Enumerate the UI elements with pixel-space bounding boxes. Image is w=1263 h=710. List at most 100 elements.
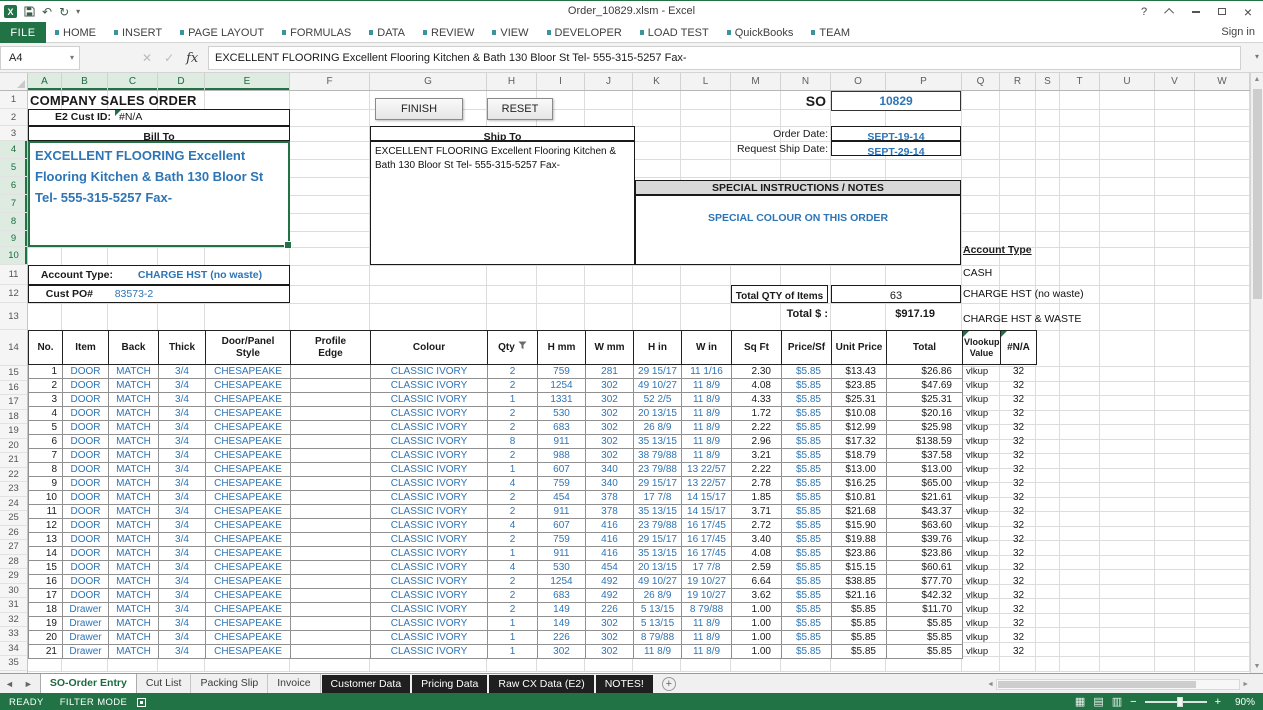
items-cell[interactable]: 3/4 bbox=[159, 449, 206, 463]
items-cell[interactable]: $26.86 bbox=[887, 365, 963, 379]
items-cell[interactable]: 911 bbox=[538, 547, 586, 561]
column-header-O[interactable]: O bbox=[831, 73, 886, 90]
ribbon-tab-load-test[interactable]: LOAD TEST bbox=[631, 22, 718, 43]
items-cell[interactable]: $5.85 bbox=[782, 449, 832, 463]
help-icon[interactable]: ? bbox=[1131, 1, 1157, 22]
items-cell[interactable]: 23 79/88 bbox=[634, 463, 682, 477]
column-header-N[interactable]: N bbox=[781, 73, 831, 90]
items-cell[interactable]: 2.22 bbox=[732, 421, 782, 435]
scroll-left-icon[interactable]: ◄ bbox=[987, 678, 994, 691]
items-cell[interactable]: MATCH bbox=[109, 435, 159, 449]
row-header-17[interactable]: 17 bbox=[0, 395, 27, 410]
row-header-35[interactable]: 35 bbox=[0, 656, 27, 671]
items-cell[interactable]: 11 8/9 bbox=[682, 421, 732, 435]
items-cell[interactable]: 1254 bbox=[538, 379, 586, 393]
items-cell[interactable]: 607 bbox=[538, 463, 586, 477]
items-cell[interactable]: CLASSIC IVORY bbox=[371, 519, 488, 533]
items-cell[interactable]: 3/4 bbox=[159, 379, 206, 393]
items-cell[interactable]: 14 15/17 bbox=[682, 505, 732, 519]
items-cell[interactable] bbox=[291, 365, 371, 379]
worksheet[interactable]: 1234567891011121314151617181920212223242… bbox=[0, 91, 1250, 673]
special-instructions-cell[interactable]: SPECIAL COLOUR ON THIS ORDER bbox=[635, 195, 961, 265]
items-col-header-colour[interactable]: Colour bbox=[371, 331, 488, 365]
items-cell[interactable]: CLASSIC IVORY bbox=[371, 631, 488, 645]
items-cell[interactable]: 32 bbox=[1001, 379, 1037, 393]
items-cell[interactable]: 4.08 bbox=[732, 379, 782, 393]
items-cell[interactable] bbox=[291, 477, 371, 491]
items-cell[interactable]: 988 bbox=[538, 449, 586, 463]
items-cell[interactable]: 226 bbox=[586, 603, 634, 617]
items-cell[interactable]: 32 bbox=[1001, 561, 1037, 575]
items-col-header-profile-edge[interactable]: Profile Edge bbox=[291, 331, 371, 365]
items-cell[interactable]: 38 79/88 bbox=[634, 449, 682, 463]
items-cell[interactable]: 1.00 bbox=[732, 631, 782, 645]
items-cell[interactable]: vlkup bbox=[963, 645, 1001, 659]
items-col-header-h-mm[interactable]: H mm bbox=[538, 331, 586, 365]
items-cell[interactable]: $5.85 bbox=[887, 631, 963, 645]
column-header-U[interactable]: U bbox=[1100, 73, 1155, 90]
finish-button[interactable]: FINISH bbox=[375, 98, 463, 120]
items-cell[interactable]: MATCH bbox=[109, 617, 159, 631]
items-cell[interactable]: $77.70 bbox=[887, 575, 963, 589]
row-header-32[interactable]: 32 bbox=[0, 613, 27, 628]
items-cell[interactable]: vlkup bbox=[963, 505, 1001, 519]
items-cell[interactable]: 3/4 bbox=[159, 421, 206, 435]
items-cell[interactable]: MATCH bbox=[109, 365, 159, 379]
column-header-E[interactable]: E bbox=[205, 73, 290, 90]
items-cell[interactable] bbox=[291, 393, 371, 407]
items-cell[interactable]: Drawer bbox=[63, 631, 109, 645]
items-cell[interactable]: 32 bbox=[1001, 463, 1037, 477]
items-cell[interactable] bbox=[291, 645, 371, 659]
items-cell[interactable]: 12 bbox=[29, 519, 63, 533]
items-cell[interactable]: 2.96 bbox=[732, 435, 782, 449]
scroll-right-icon[interactable]: ► bbox=[1242, 678, 1249, 691]
items-cell[interactable]: $17.32 bbox=[832, 435, 887, 449]
items-cell[interactable]: 13 22/57 bbox=[682, 477, 732, 491]
items-cell[interactable]: $5.85 bbox=[782, 561, 832, 575]
items-cell[interactable] bbox=[291, 519, 371, 533]
items-cell[interactable]: DOOR bbox=[63, 449, 109, 463]
items-cell[interactable]: 3/4 bbox=[159, 463, 206, 477]
items-cell[interactable]: CHESAPEAKE bbox=[206, 393, 291, 407]
items-cell[interactable]: 1.72 bbox=[732, 407, 782, 421]
items-cell[interactable]: $12.99 bbox=[832, 421, 887, 435]
items-cell[interactable]: 3/4 bbox=[159, 561, 206, 575]
items-cell[interactable]: CLASSIC IVORY bbox=[371, 505, 488, 519]
sheet-nav-right-icon[interactable]: ► bbox=[19, 679, 38, 689]
row-header-1[interactable]: 1 bbox=[0, 91, 27, 109]
items-cell[interactable]: 302 bbox=[586, 645, 634, 659]
items-cell[interactable]: 3.71 bbox=[732, 505, 782, 519]
items-col-header-sq-ft[interactable]: Sq Ft bbox=[732, 331, 782, 365]
items-cell[interactable]: 11 8/9 bbox=[682, 631, 732, 645]
items-col-header-qty[interactable]: Qty bbox=[488, 331, 538, 365]
items-cell[interactable]: CHESAPEAKE bbox=[206, 575, 291, 589]
items-cell[interactable]: $5.85 bbox=[782, 519, 832, 533]
items-cell[interactable]: vlkup bbox=[963, 575, 1001, 589]
items-cell[interactable]: 32 bbox=[1001, 491, 1037, 505]
items-cell[interactable]: 2 bbox=[488, 379, 538, 393]
items-cell[interactable]: CHESAPEAKE bbox=[206, 645, 291, 659]
items-cell[interactable]: CHESAPEAKE bbox=[206, 463, 291, 477]
account-type-row[interactable]: Account Type: CHARGE HST (no waste) bbox=[28, 265, 290, 285]
items-cell[interactable]: 8 79/88 bbox=[682, 603, 732, 617]
items-cell[interactable]: 32 bbox=[1001, 435, 1037, 449]
cancel-icon[interactable]: ✕ bbox=[142, 51, 152, 65]
items-cell[interactable]: 49 10/27 bbox=[634, 379, 682, 393]
items-cell[interactable]: 10 bbox=[29, 491, 63, 505]
vertical-scrollbar[interactable]: ▲ ▼ bbox=[1250, 73, 1263, 673]
items-cell[interactable]: 3/4 bbox=[159, 645, 206, 659]
items-cell[interactable]: CHESAPEAKE bbox=[206, 561, 291, 575]
row-header-19[interactable]: 19 bbox=[0, 424, 27, 439]
items-cell[interactable]: 1254 bbox=[538, 575, 586, 589]
items-cell[interactable]: 3/4 bbox=[159, 631, 206, 645]
items-cell[interactable]: $5.85 bbox=[782, 589, 832, 603]
items-col-header-w-in[interactable]: W in bbox=[682, 331, 732, 365]
row-header-12[interactable]: 12 bbox=[0, 285, 27, 303]
items-cell[interactable]: 19 10/27 bbox=[682, 575, 732, 589]
items-cell[interactable]: 9 bbox=[29, 477, 63, 491]
items-col-header-price-sf[interactable]: Price/Sf bbox=[782, 331, 832, 365]
items-cell[interactable]: CLASSIC IVORY bbox=[371, 533, 488, 547]
items-cell[interactable]: $5.85 bbox=[782, 603, 832, 617]
items-cell[interactable]: 17 bbox=[29, 589, 63, 603]
items-cell[interactable]: DOOR bbox=[63, 575, 109, 589]
